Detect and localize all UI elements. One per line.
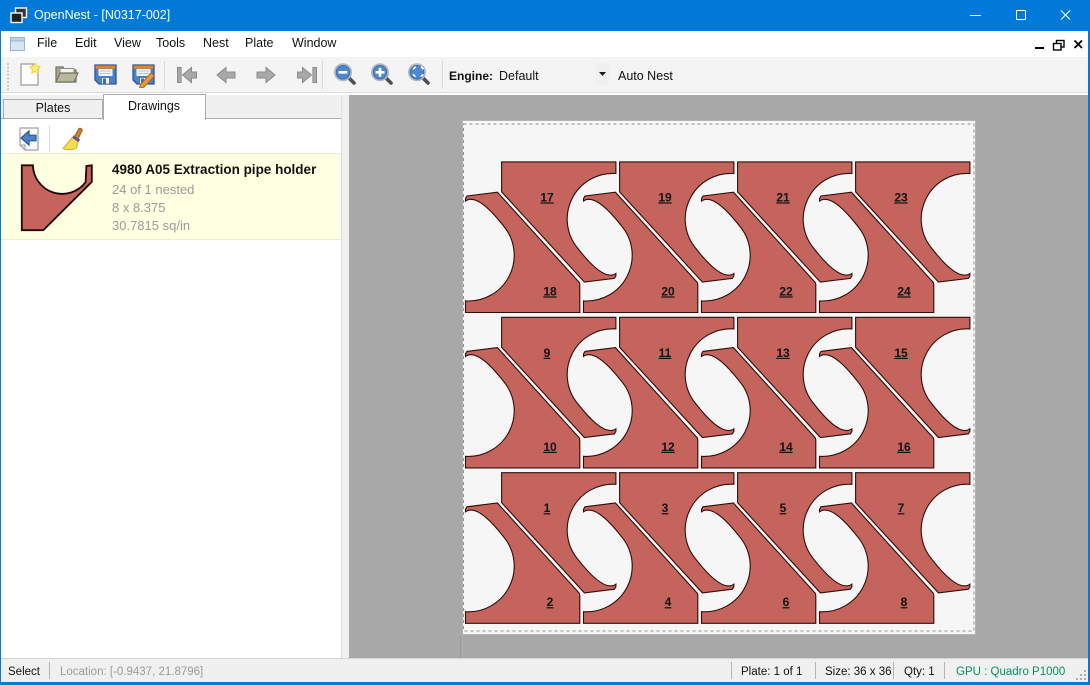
svg-text:19: 19 xyxy=(658,190,672,204)
svg-text:15: 15 xyxy=(894,346,908,360)
svg-text:7: 7 xyxy=(898,501,905,515)
svg-text:4: 4 xyxy=(665,595,672,609)
svg-text:20: 20 xyxy=(661,284,675,298)
svg-text:6: 6 xyxy=(783,595,790,609)
svg-text:11: 11 xyxy=(659,346,672,360)
svg-text:17: 17 xyxy=(540,190,554,204)
svg-text:10: 10 xyxy=(543,440,557,454)
svg-text:18: 18 xyxy=(543,284,557,298)
svg-text:21: 21 xyxy=(776,190,790,204)
svg-text:12: 12 xyxy=(661,440,675,454)
svg-text:24: 24 xyxy=(897,284,911,298)
svg-text:8: 8 xyxy=(901,595,908,609)
svg-text:16: 16 xyxy=(897,440,911,454)
svg-text:1: 1 xyxy=(544,501,551,515)
svg-text:5: 5 xyxy=(780,501,787,515)
svg-text:22: 22 xyxy=(779,284,793,298)
svg-text:3: 3 xyxy=(662,501,669,515)
svg-text:13: 13 xyxy=(776,346,790,360)
svg-text:23: 23 xyxy=(894,190,908,204)
svg-text:14: 14 xyxy=(779,440,793,454)
svg-text:9: 9 xyxy=(544,346,551,360)
svg-text:2: 2 xyxy=(547,595,554,609)
